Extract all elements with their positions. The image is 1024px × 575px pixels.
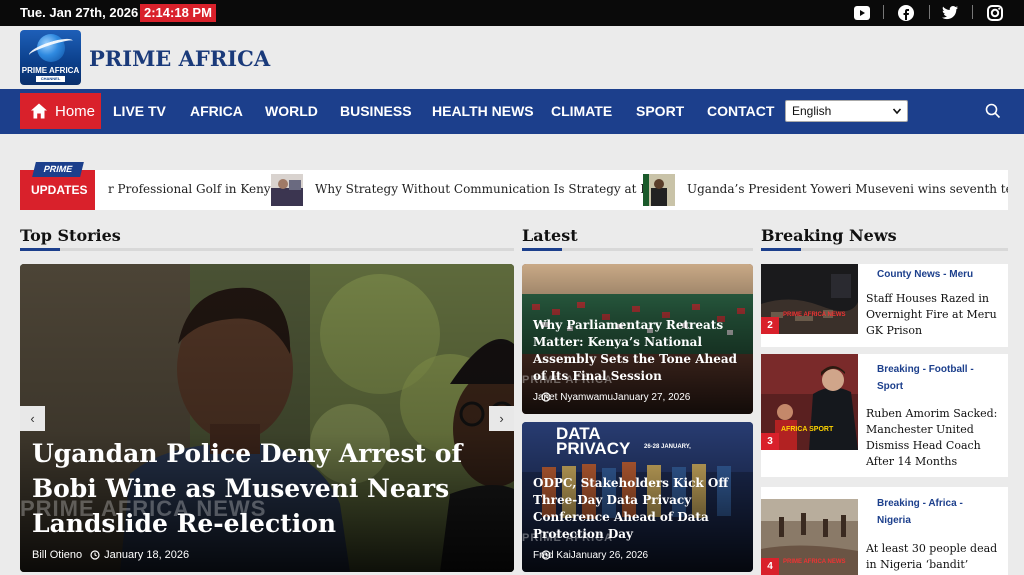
breaking-news-image: PRIME AFRICA NEWS 4 (761, 499, 858, 575)
site-header: PRIME AFRICA CHANNEL PRIME AFRICA (0, 26, 1024, 89)
hero-story-card[interactable]: PRIME AFRICA NEWS Ugandan Police Deny Ar… (20, 264, 514, 572)
nav-contact[interactable]: CONTACT (707, 103, 774, 119)
current-time: 2:14:18 PM (140, 4, 216, 22)
main-nav: Home LIVE TV AFRICA WORLD BUSINESS HEALT… (0, 89, 1024, 134)
latest-story-title[interactable]: ODPC, Stakeholders Kick Off Three-Day Da… (533, 475, 743, 543)
latest-story-title[interactable]: Why Parliamentary Retreats Matter: Kenya… (533, 317, 743, 385)
site-name[interactable]: PRIME AFRICA (89, 46, 270, 71)
nav-business[interactable]: BUSINESS (340, 103, 412, 119)
chevron-down-icon (892, 108, 902, 115)
section-title-top-stories: Top Stories (20, 226, 121, 245)
ticker-item[interactable]: Uganda’s President Yoweri Museveni wins … (687, 182, 1008, 196)
current-date: Tue. Jan 27th, 2026 (20, 5, 139, 20)
category-link[interactable]: Breaking (877, 364, 920, 375)
breaking-news-title[interactable]: Staff Houses Razed in Overnight Fire at … (866, 291, 1004, 339)
twitter-icon[interactable] (940, 3, 960, 23)
nav-sport[interactable]: SPORT (636, 103, 684, 119)
ticker-item[interactable]: Why Strategy Without Communication Is St… (315, 182, 667, 196)
nav-climate[interactable]: CLIMATE (551, 103, 612, 119)
breaking-news-item[interactable]: AFRICA SPORT 3 Breaking - Football - Spo… (761, 354, 1008, 477)
site-logo[interactable]: PRIME AFRICA CHANNEL (20, 30, 81, 85)
ticker-thumbnail (643, 174, 675, 206)
instagram-icon[interactable] (985, 3, 1005, 23)
ticker-badge: PRIME (32, 162, 84, 177)
breaking-news-item[interactable]: PRIME AFRICA NEWS 2 County News - Meru S… (761, 264, 1008, 347)
facebook-icon[interactable] (896, 3, 916, 23)
banner-text: PRIVACY (556, 439, 631, 458)
top-bar: Tue. Jan 27th, 2026 2:14:18 PM (0, 0, 1024, 26)
ticker-item[interactable]: r Professional Golf in Kenya (108, 182, 278, 196)
nav-world[interactable]: WORLD (265, 103, 318, 119)
hero-author[interactable]: Bill Otieno (32, 549, 82, 561)
category-links: Breaking - Africa - Nigeria (877, 498, 963, 526)
home-icon (31, 103, 47, 119)
category-link[interactable]: Meru (949, 269, 973, 280)
category-link[interactable]: Breaking (877, 498, 920, 509)
latest-story-card[interactable]: PRIME AFRICA Why Parliamentary Retreats … (522, 264, 753, 414)
rank-badge: 2 (761, 317, 779, 334)
nav-live-tv[interactable]: LIVE TV (113, 103, 166, 119)
clock-icon (90, 550, 100, 560)
latest-story-meta: Janet Nyamwamu January 27, 2026 (533, 392, 690, 403)
category-link[interactable]: Sport (877, 381, 903, 392)
section-title-latest: Latest (522, 226, 578, 245)
rank-badge: 4 (761, 558, 779, 575)
latest-story-meta: Fred Kai January 26, 2026 (533, 550, 648, 561)
hero-title[interactable]: Ugandan Police Deny Arrest of Bobi Wine … (32, 436, 472, 541)
youtube-icon[interactable] (852, 3, 872, 23)
language-select[interactable]: English (785, 100, 908, 122)
hero-meta: Bill Otieno January 18, 2026 (32, 549, 189, 561)
nav-africa[interactable]: AFRICA (190, 103, 243, 119)
category-link[interactable]: Africa (928, 498, 956, 509)
latest-story-date: January 26, 2026 (570, 550, 649, 561)
category-link[interactable]: County News (877, 269, 940, 280)
nav-home[interactable]: Home (20, 93, 101, 129)
carousel-prev-button[interactable]: ‹ (20, 406, 45, 431)
breaking-news-image: PRIME AFRICA NEWS 2 (761, 264, 858, 334)
category-links: County News - Meru (877, 269, 974, 280)
category-link[interactable]: Football (929, 364, 968, 375)
ticker-thumbnail (271, 174, 303, 206)
clock-icon (541, 392, 551, 402)
breaking-news-title[interactable]: Ruben Amorim Sacked: Manchester United D… (866, 406, 1004, 470)
category-links: Breaking - Football - Sport (877, 364, 974, 392)
breaking-news-image: AFRICA SPORT 3 (761, 354, 858, 450)
breaking-news-item[interactable]: PRIME AFRICA NEWS 4 Breaking - Africa - … (761, 487, 1008, 575)
carousel-next-button[interactable]: › (489, 406, 514, 431)
clock-icon (541, 550, 551, 560)
search-icon[interactable] (985, 103, 1001, 119)
nav-health-news[interactable]: HEALTH NEWS (432, 103, 534, 119)
breaking-news-title[interactable]: At least 30 people dead in Nigeria ‘band… (866, 541, 1004, 575)
latest-story-author[interactable]: Fred Kai (533, 550, 571, 561)
latest-story-date: January 27, 2026 (613, 392, 691, 403)
latest-story-card[interactable]: DATA PRIVACY 26-28 JANUARY, PRIME AFRICA… (522, 422, 753, 572)
banner-dates: 26-28 JANUARY, (644, 444, 691, 450)
hero-date: January 18, 2026 (104, 549, 190, 561)
section-title-breaking-news: Breaking News (761, 226, 897, 245)
category-link[interactable]: Nigeria (877, 515, 911, 526)
rank-badge: 3 (761, 433, 779, 450)
updates-ticker: UPDATES r Professional Golf in Kenya Why… (20, 170, 1008, 210)
